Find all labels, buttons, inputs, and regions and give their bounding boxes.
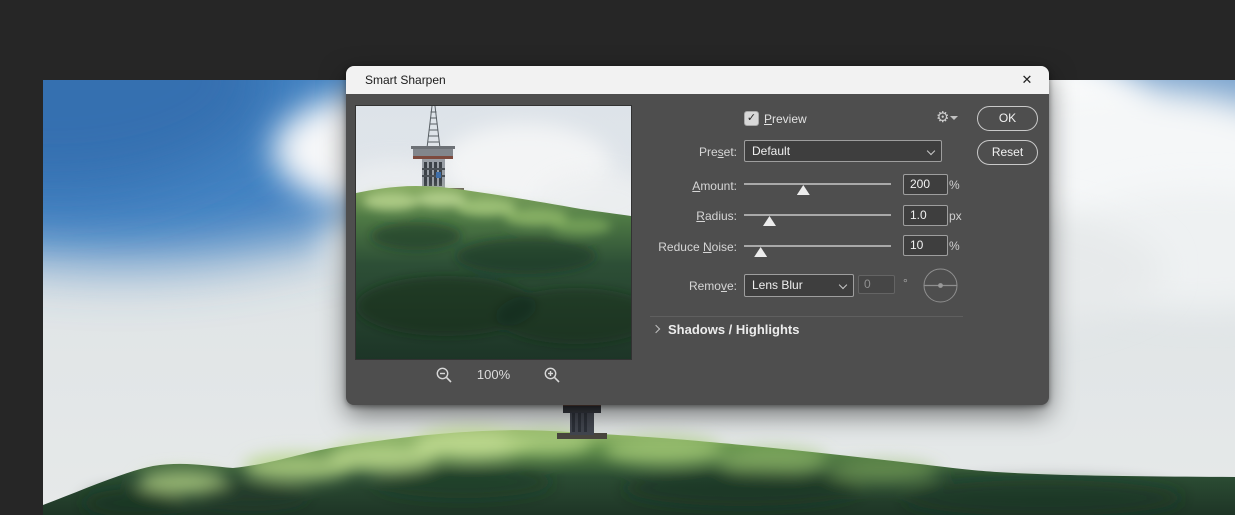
preview-zoom-controls: 100% [356, 366, 631, 386]
zoom-level: 100% [476, 367, 511, 382]
ok-button[interactable]: OK [977, 106, 1038, 131]
amount-input[interactable]: 200 [903, 174, 948, 195]
reduce-noise-slider[interactable] [744, 245, 891, 257]
reset-button[interactable]: Reset [977, 140, 1038, 165]
reduce-noise-slider-thumb[interactable] [754, 247, 768, 257]
dialog-title: Smart Sharpen [365, 73, 446, 87]
preset-value: Default [752, 144, 791, 158]
amount-label: Amount: [692, 179, 737, 193]
smart-sharpen-dialog: Smart Sharpen ✕ 100% ✓ Preview ⚙ OK Rese… [341, 66, 1049, 405]
preview-checkbox-label[interactable]: Preview [764, 112, 807, 126]
radius-unit: px [949, 209, 962, 223]
preview-thumbnail[interactable] [341, 105, 656, 360]
amount-slider-thumb[interactable] [796, 185, 810, 195]
angle-dial[interactable] [923, 268, 958, 303]
remove-value: Lens Blur [752, 278, 803, 292]
chevron-down-icon [928, 148, 935, 155]
gear-icon[interactable]: ⚙ [936, 108, 949, 126]
divider [650, 316, 963, 317]
chevron-right-icon[interactable] [652, 325, 660, 333]
preview-checkbox[interactable]: ✓ [744, 111, 759, 126]
reduce-noise-label: Reduce Noise: [658, 240, 737, 254]
preset-dropdown[interactable]: Default [744, 140, 942, 162]
remove-label: Remove: [688, 279, 737, 293]
degree-symbol: ° [903, 276, 908, 290]
preview-image [341, 105, 656, 359]
shadows-highlights-header[interactable]: Shadows / Highlights [668, 322, 799, 337]
radius-slider[interactable] [744, 214, 891, 226]
amount-slider[interactable] [744, 183, 891, 195]
zoom-in-icon[interactable] [544, 367, 561, 384]
amount-unit: % [949, 178, 960, 192]
radius-label: Radius: [696, 209, 737, 223]
remove-dropdown[interactable]: Lens Blur [744, 274, 854, 297]
chevron-down-icon [840, 282, 847, 289]
close-icon[interactable]: ✕ [1013, 66, 1041, 94]
radius-input[interactable]: 1.0 [903, 205, 948, 226]
photoshop-window: Smart Sharpen ✕ 100% ✓ Preview ⚙ OK Rese… [0, 0, 1235, 515]
reduce-noise-input[interactable]: 10 [903, 235, 948, 256]
dialog-titlebar[interactable]: Smart Sharpen ✕ [346, 66, 1049, 94]
reduce-noise-unit: % [949, 239, 960, 253]
angle-input[interactable]: 0 [858, 275, 895, 294]
gear-caret-icon[interactable] [950, 116, 958, 120]
radius-slider-thumb[interactable] [762, 216, 776, 226]
preset-label: Preset: [698, 145, 737, 159]
check-icon: ✓ [746, 112, 757, 124]
